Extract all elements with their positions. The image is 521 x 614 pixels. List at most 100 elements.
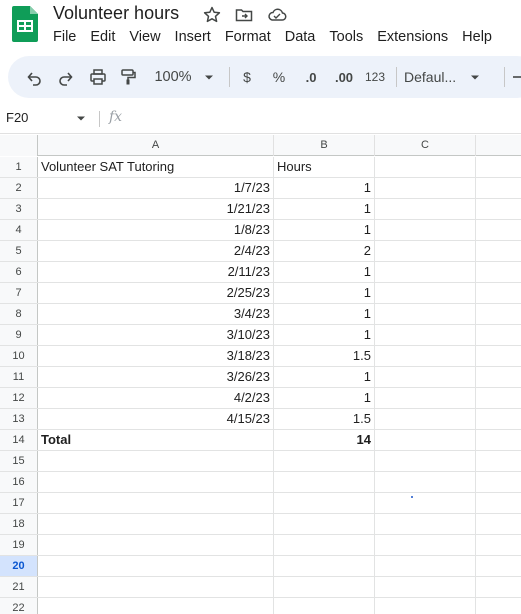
cell-d[interactable] (476, 472, 521, 492)
cell-b[interactable] (274, 514, 375, 534)
row-header[interactable]: 1 (0, 157, 38, 177)
column-header-d[interactable] (476, 135, 521, 156)
cell-b[interactable]: 1 (274, 367, 375, 387)
row-header[interactable]: 10 (0, 346, 38, 366)
cell-a[interactable]: Total (38, 430, 274, 450)
zoom-select[interactable]: 100% (150, 56, 220, 98)
cell-b[interactable] (274, 556, 375, 576)
menu-insert[interactable]: Insert (175, 29, 211, 45)
increase-decimals-button[interactable]: .00 (330, 56, 358, 98)
cell-b[interactable]: 1 (274, 283, 375, 303)
cell-c[interactable] (375, 577, 476, 597)
print-icon[interactable] (86, 56, 110, 98)
menu-file[interactable]: File (53, 29, 76, 45)
cell-c[interactable] (375, 388, 476, 408)
cell-c[interactable] (375, 472, 476, 492)
menu-tools[interactable]: Tools (329, 29, 363, 45)
cell-c[interactable] (375, 556, 476, 576)
cell-b[interactable] (274, 493, 375, 513)
cell-d[interactable] (476, 283, 521, 303)
cell-d[interactable] (476, 241, 521, 261)
sheets-logo-icon[interactable] (12, 6, 38, 42)
cell-b[interactable]: 1 (274, 304, 375, 324)
row-header[interactable]: 16 (0, 472, 38, 492)
menu-help[interactable]: Help (462, 29, 492, 45)
column-header-a[interactable]: A (38, 135, 274, 156)
cell-d[interactable] (476, 451, 521, 471)
row-header[interactable]: 19 (0, 535, 38, 555)
row-header[interactable]: 4 (0, 220, 38, 240)
menu-data[interactable]: Data (285, 29, 316, 45)
cell-a[interactable]: 4/15/23 (38, 409, 274, 429)
cell-d[interactable] (476, 409, 521, 429)
cell-a[interactable] (38, 556, 274, 576)
cell-a[interactable]: 3/26/23 (38, 367, 274, 387)
cell-b[interactable]: 14 (274, 430, 375, 450)
cell-a[interactable] (38, 577, 274, 597)
row-header[interactable]: 21 (0, 577, 38, 597)
cell-d[interactable] (476, 178, 521, 198)
formula-input[interactable] (135, 110, 515, 128)
cell-c[interactable] (375, 367, 476, 387)
currency-format-button[interactable]: $ (238, 56, 256, 98)
row-header[interactable]: 3 (0, 199, 38, 219)
paint-format-icon[interactable] (116, 56, 140, 98)
cell-b[interactable] (274, 535, 375, 555)
cell-d[interactable] (476, 304, 521, 324)
cell-a[interactable] (38, 514, 274, 534)
cell-a[interactable]: 2/25/23 (38, 283, 274, 303)
menu-edit[interactable]: Edit (90, 29, 115, 45)
menu-format[interactable]: Format (225, 29, 271, 45)
minus-icon[interactable] (511, 56, 521, 98)
cell-b[interactable]: 1 (274, 325, 375, 345)
cell-c[interactable] (375, 598, 476, 614)
cell-c[interactable] (375, 409, 476, 429)
cell-c[interactable] (375, 262, 476, 282)
cell-b[interactable]: 1.5 (274, 346, 375, 366)
row-header[interactable]: 15 (0, 451, 38, 471)
cell-d[interactable] (476, 556, 521, 576)
cell-c[interactable] (375, 304, 476, 324)
cell-a[interactable]: 1/7/23 (38, 178, 274, 198)
row-header[interactable]: 20 (0, 556, 38, 576)
cell-c[interactable] (375, 451, 476, 471)
cell-a[interactable]: 3/18/23 (38, 346, 274, 366)
cell-d[interactable] (476, 514, 521, 534)
row-header[interactable]: 13 (0, 409, 38, 429)
cell-c[interactable] (375, 325, 476, 345)
cell-b[interactable]: 2 (274, 241, 375, 261)
cell-d[interactable] (476, 157, 521, 177)
cell-d[interactable] (476, 493, 521, 513)
menu-extensions[interactable]: Extensions (377, 29, 448, 45)
cell-a[interactable] (38, 472, 274, 492)
cell-a[interactable] (38, 535, 274, 555)
column-header-b[interactable]: B (274, 135, 375, 156)
row-header[interactable]: 9 (0, 325, 38, 345)
document-title[interactable]: Volunteer hours (53, 3, 179, 24)
cell-b[interactable]: 1 (274, 388, 375, 408)
cell-d[interactable] (476, 367, 521, 387)
cell-d[interactable] (476, 598, 521, 614)
cell-a[interactable]: 4/2/23 (38, 388, 274, 408)
select-all-corner[interactable] (0, 135, 38, 156)
menu-view[interactable]: View (129, 29, 160, 45)
cell-b[interactable] (274, 598, 375, 614)
row-header[interactable]: 5 (0, 241, 38, 261)
cell-c[interactable] (375, 493, 476, 513)
cell-a[interactable]: Volunteer SAT Tutoring (38, 157, 274, 177)
redo-icon[interactable] (54, 56, 78, 98)
column-header-c[interactable]: C (375, 135, 476, 156)
cell-b[interactable]: Hours (274, 157, 375, 177)
cell-a[interactable]: 1/8/23 (38, 220, 274, 240)
cell-a[interactable]: 3/10/23 (38, 325, 274, 345)
row-header[interactable]: 7 (0, 283, 38, 303)
cell-a[interactable] (38, 451, 274, 471)
cell-b[interactable] (274, 451, 375, 471)
cell-c[interactable] (375, 157, 476, 177)
cell-c[interactable] (375, 178, 476, 198)
cell-b[interactable] (274, 577, 375, 597)
row-header[interactable]: 11 (0, 367, 38, 387)
decrease-decimals-button[interactable]: .0 (298, 56, 324, 98)
percent-format-button[interactable]: % (270, 56, 288, 98)
cell-b[interactable] (274, 472, 375, 492)
